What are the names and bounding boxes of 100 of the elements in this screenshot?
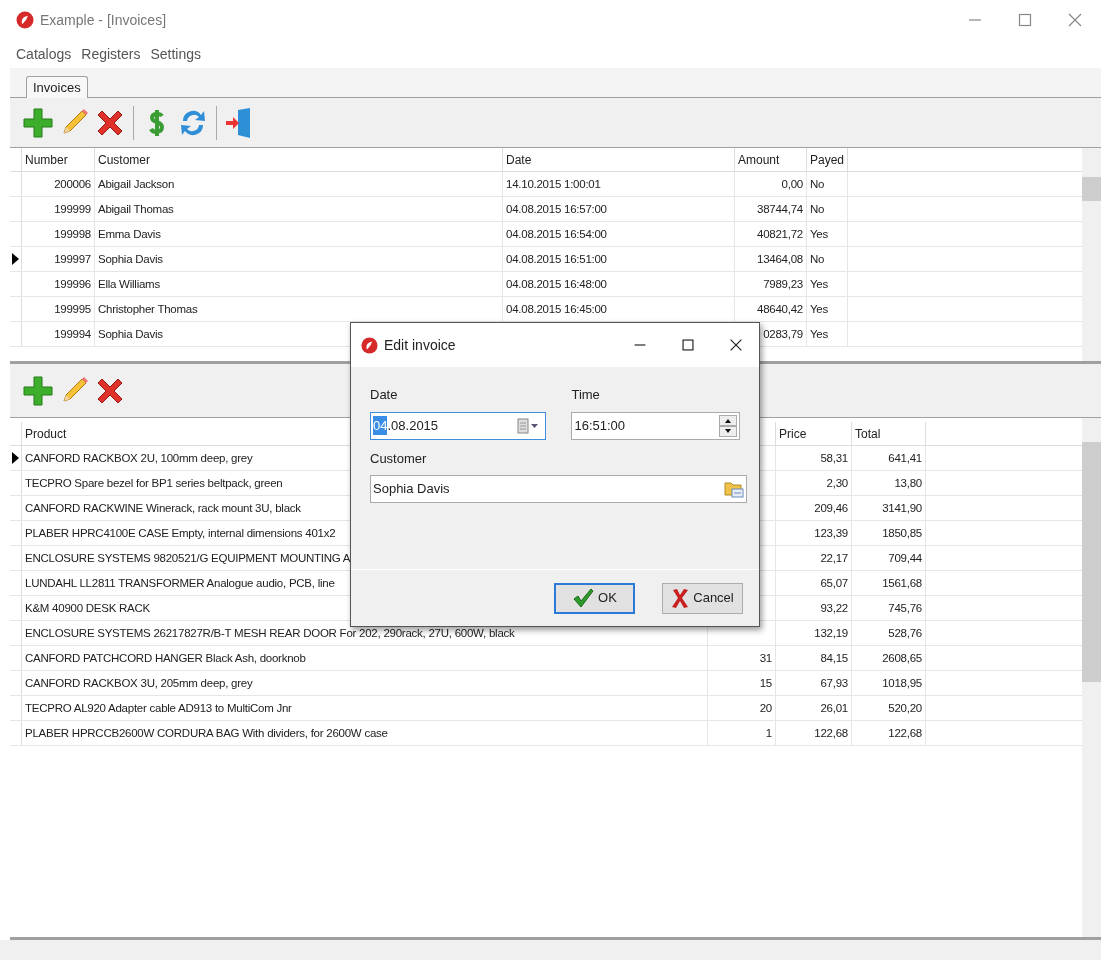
table-cell: 04.08.2015 16:54:00 <box>506 228 607 240</box>
table-cell: 199994 <box>54 328 91 340</box>
table-cell: 26,01 <box>820 702 848 714</box>
menu-item[interactable]: Settings <box>146 43 205 65</box>
column-header[interactable]: Total <box>852 422 926 445</box>
time-field[interactable]: 16:51:00 <box>571 411 740 440</box>
table-cell: 48640,42 <box>757 303 803 315</box>
table-cell: 04.08.2015 16:51:00 <box>506 253 607 265</box>
table-cell: Yes <box>810 278 828 290</box>
column-header[interactable]: Payed <box>807 148 848 171</box>
window-title: Example - [Invoices] <box>40 10 167 30</box>
table-cell: Yes <box>810 328 828 340</box>
column-header[interactable]: Number <box>22 148 95 171</box>
table-cell: 1561,68 <box>882 577 922 589</box>
table-cell: 15 <box>759 677 772 689</box>
table-cell: Abigail Jackson <box>98 178 175 190</box>
table-cell: 67,93 <box>820 677 848 689</box>
calendar-dropdown-icon[interactable] <box>517 417 540 434</box>
field-label: Date <box>370 386 399 404</box>
vertical-scrollbar[interactable] <box>1082 418 1101 937</box>
column-header[interactable]: Customer <box>95 148 503 171</box>
table-cell: 123,39 <box>814 527 848 539</box>
table-cell: Ella Williams <box>98 278 160 290</box>
table-cell: PLABER HPRCCB2600W CORDURA BAG With dividers, for 2600W case <box>25 727 388 739</box>
vertical-scrollbar[interactable] <box>1082 148 1101 361</box>
table-cell: 709,44 <box>888 552 922 564</box>
table-cell: 20 <box>759 702 772 714</box>
app-logo-icon <box>361 336 378 354</box>
table-cell: 1 <box>765 727 772 739</box>
table-cell: TECPRO AL920 Adapter cable AD913 to MultiCom Jnr <box>25 702 292 714</box>
table-cell: 84,15 <box>820 652 848 664</box>
field-label: Customer <box>370 449 428 468</box>
table-cell: LUNDAHL LL2811 TRANSFORMER Analogue audio, PCB, line <box>25 577 335 589</box>
checkmark-icon <box>572 587 595 609</box>
dialog-title: Edit invoice <box>384 335 456 355</box>
table-cell: 199995 <box>54 303 91 315</box>
table-cell: 520,20 <box>888 702 922 714</box>
tab[interactable]: Invoices <box>26 76 88 98</box>
table-cell: 0283,79 <box>763 328 803 340</box>
app-logo-icon <box>16 11 34 29</box>
table-cell: Yes <box>810 228 828 240</box>
table-cell: Sophia Davis <box>98 253 163 265</box>
field-label: Time <box>571 386 601 404</box>
table-cell: 200006 <box>54 178 91 190</box>
cross-icon <box>671 587 690 609</box>
table-cell: 65,07 <box>820 577 848 589</box>
spinner-icon[interactable] <box>719 414 737 437</box>
maximize-icon[interactable] <box>679 336 697 354</box>
table-cell: 0,00 <box>781 178 803 190</box>
table-cell: 40821,72 <box>757 228 803 240</box>
menu-item[interactable]: Registers <box>77 43 145 65</box>
table-cell: CANFORD RACKBOX 2U, 100mm deep, grey <box>25 452 253 464</box>
table-cell: 122,68 <box>814 727 848 739</box>
table-cell: 745,76 <box>888 602 922 614</box>
column-header[interactable]: Price <box>776 422 852 445</box>
table-cell: 1850,85 <box>882 527 922 539</box>
table-cell: No <box>810 178 825 190</box>
table-cell: Emma Davis <box>98 228 161 240</box>
column-header[interactable]: Amount <box>735 148 807 171</box>
table-cell: 209,46 <box>814 502 848 514</box>
customer-field[interactable]: Sophia Davis <box>370 475 747 503</box>
table-cell: 199999 <box>54 203 91 215</box>
table-cell: CANFORD PATCHCORD HANGER Black Ash, doorknob <box>25 652 306 664</box>
add-icon[interactable] <box>22 106 54 139</box>
table-cell: ENCLOSURE SYSTEMS 9820521/G EQUIPMENT MOUNTING A <box>25 552 351 564</box>
menu-item[interactable]: Catalogs <box>12 43 76 65</box>
table-cell: ENCLOSURE SYSTEMS 26217827R/B-T MESH REAR DOOR For 202, 290rack, 27U, 600W, black <box>25 627 515 639</box>
table-cell: Christopher Thomas <box>98 303 198 315</box>
table-cell: 2608,65 <box>882 652 922 664</box>
table-cell: No <box>810 253 825 265</box>
dialog-button[interactable]: OK <box>554 582 635 614</box>
table-cell: 1018,95 <box>882 677 922 689</box>
add-icon[interactable] <box>22 374 54 407</box>
table-cell: 22,17 <box>820 552 848 564</box>
table-cell: K&M 40900 DESK RACK <box>25 602 150 614</box>
table-cell: 38744,74 <box>757 203 803 215</box>
table-cell: PLABER HPRC4100E CASE Empty, internal dimensions 401x2 <box>25 527 336 539</box>
table-cell: 122,68 <box>888 727 922 739</box>
table-cell: 13464,08 <box>757 253 803 265</box>
table-cell: 7989,23 <box>763 278 803 290</box>
dialog-button[interactable]: Cancel <box>662 582 743 614</box>
table-cell: 13,80 <box>894 477 922 489</box>
table-cell: 641,41 <box>888 452 922 464</box>
table-cell: TECPRO Spare bezel for BP1 series beltpack, green <box>25 477 283 489</box>
table-cell: CANFORD RACKBOX 3U, 205mm deep, grey <box>25 677 253 689</box>
table-cell: 199996 <box>54 278 91 290</box>
table-cell: 04.08.2015 16:57:00 <box>506 203 607 215</box>
table-cell: 528,76 <box>888 627 922 639</box>
table-cell: 93,22 <box>820 602 848 614</box>
folder-icon[interactable] <box>724 479 744 499</box>
date-field[interactable]: 04.08.2015 <box>370 411 547 440</box>
table-cell: 2,30 <box>826 477 848 489</box>
table-cell: 199997 <box>54 253 91 265</box>
table-cell: 132,19 <box>814 627 848 639</box>
table-cell: No <box>810 203 825 215</box>
table-cell: CANFORD RACKWINE Winerack, rack mount 3U, black <box>25 502 301 514</box>
table-cell: 31 <box>759 652 772 664</box>
table-cell: Abigail Thomas <box>98 203 174 215</box>
table-cell: 58,31 <box>820 452 848 464</box>
column-header[interactable]: Date <box>503 148 735 171</box>
